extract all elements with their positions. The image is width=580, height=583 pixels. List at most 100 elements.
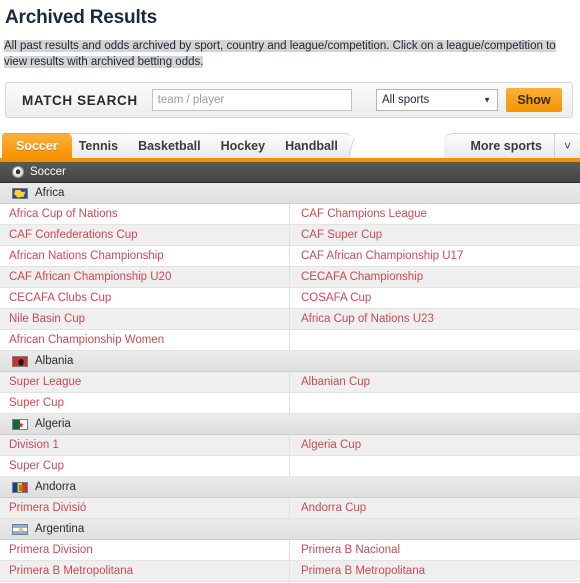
- league-cell: Division 1: [0, 435, 289, 455]
- league-link[interactable]: CAF Champions League: [301, 208, 427, 220]
- league-row: Division 1 Algeria Cup: [0, 435, 580, 456]
- tab-more-sports[interactable]: More sports: [444, 133, 554, 158]
- tab-handball[interactable]: Handball: [272, 133, 351, 158]
- show-button[interactable]: Show: [506, 88, 562, 112]
- league-link[interactable]: CAF Confederations Cup: [9, 229, 137, 241]
- league-cell: Super Cup: [0, 456, 289, 476]
- archived-results-table: Africa Africa Cup of Nations CAF Champions…: [0, 183, 580, 582]
- league-cell: COSAFA Cup: [289, 288, 580, 308]
- league-row: Super League Albanian Cup: [0, 372, 580, 393]
- match-search-label: MATCH SEARCH: [22, 92, 138, 108]
- league-cell: Super Cup: [0, 393, 289, 413]
- flag-icon: [12, 481, 28, 493]
- sport-tabs-list: Soccer Tennis Basketball Hockey Handball…: [0, 133, 580, 158]
- match-search-bar: MATCH SEARCH All sports ▼ Show: [5, 82, 573, 118]
- league-cell: CAF Champions League: [289, 204, 580, 224]
- league-link[interactable]: Primera Division: [9, 544, 93, 556]
- league-link[interactable]: African Nations Championship: [9, 250, 164, 262]
- country-header-row: Algeria: [0, 414, 580, 435]
- league-row: CECAFA Clubs Cup COSAFA Cup: [0, 288, 580, 309]
- sport-select-value: All sports: [382, 94, 430, 106]
- league-link[interactable]: Africa Cup of Nations U23: [301, 313, 434, 325]
- league-link[interactable]: Nile Basin Cup: [9, 313, 85, 325]
- tab-soccer[interactable]: Soccer: [2, 133, 72, 158]
- tabs-right-group: More sports ˅: [444, 133, 580, 158]
- sport-header-soccer: Soccer: [0, 162, 580, 183]
- league-link[interactable]: Super League: [9, 376, 81, 388]
- tab-basketball[interactable]: Basketball: [125, 133, 214, 158]
- league-link[interactable]: CECAFA Championship: [301, 271, 423, 283]
- league-cell: Primera Division: [0, 540, 289, 560]
- sport-select[interactable]: All sports ▼: [376, 89, 498, 111]
- league-link[interactable]: CAF African Championship U17: [301, 250, 463, 262]
- league-cell: CAF African Championship U20: [0, 267, 289, 287]
- page-title: Archived Results: [5, 7, 158, 28]
- flag-icon: [12, 187, 28, 199]
- league-row: CAF African Championship U20 CECAFA Champ…: [0, 267, 580, 288]
- league-cell: [289, 393, 580, 413]
- league-row: African Nations Championship CAF African …: [0, 246, 580, 267]
- league-cell: Africa Cup of Nations: [0, 204, 289, 224]
- league-link[interactable]: Primera B Metropolitana: [301, 565, 425, 577]
- league-link[interactable]: Algeria Cup: [301, 439, 361, 451]
- league-link[interactable]: Division 1: [9, 439, 59, 451]
- flag-icon: [12, 355, 28, 367]
- league-row: CAF Confederations Cup CAF Super Cup: [0, 225, 580, 246]
- page-description-text: All past results and odds archived by sp…: [4, 40, 556, 68]
- league-link[interactable]: Africa Cup of Nations: [9, 208, 118, 220]
- league-link[interactable]: Super Cup: [9, 460, 64, 472]
- search-input[interactable]: [151, 89, 352, 111]
- league-cell: African Nations Championship: [0, 246, 289, 266]
- page-root: Archived Results All past results and od…: [0, 6, 580, 583]
- league-link[interactable]: African Championship Women: [9, 334, 164, 346]
- league-cell: Algeria Cup: [289, 435, 580, 455]
- league-cell: Super League: [0, 372, 289, 392]
- league-cell: [289, 330, 580, 350]
- country-header-row: Albania: [0, 351, 580, 372]
- league-link[interactable]: COSAFA Cup: [301, 292, 371, 304]
- league-row: Primera Divisió Andorra Cup: [0, 498, 580, 519]
- league-cell: CECAFA Clubs Cup: [0, 288, 289, 308]
- league-link[interactable]: CAF African Championship U20: [9, 271, 171, 283]
- country-name: Algeria: [35, 418, 71, 430]
- sport-header-label: Soccer: [30, 166, 66, 178]
- tab-more-sports-label: More sports: [470, 139, 542, 153]
- country-header-row: Argentina: [0, 519, 580, 540]
- league-cell: CAF Super Cup: [289, 225, 580, 245]
- league-row: Nile Basin Cup Africa Cup of Nations U23: [0, 309, 580, 330]
- league-link[interactable]: Primera Divisió: [9, 502, 86, 514]
- league-link[interactable]: Super Cup: [9, 397, 64, 409]
- league-row: Super Cup: [0, 456, 580, 477]
- league-link[interactable]: Primera B Nacional: [301, 544, 400, 556]
- sport-tabs: Soccer Tennis Basketball Hockey Handball…: [0, 133, 580, 162]
- page-description: All past results and odds archived by sp…: [4, 39, 576, 70]
- league-row: Super Cup: [0, 393, 580, 414]
- country-name: Africa: [35, 187, 65, 199]
- league-row: African Championship Women: [0, 330, 580, 351]
- league-link[interactable]: Albanian Cup: [301, 376, 370, 388]
- league-cell: Primera B Metropolitana: [0, 561, 289, 581]
- tab-basketball-label: Basketball: [138, 139, 201, 153]
- league-cell: CECAFA Championship: [289, 267, 580, 287]
- flag-icon: [12, 418, 28, 430]
- tab-tennis[interactable]: Tennis: [65, 133, 132, 158]
- league-link[interactable]: Primera B Metropolitana: [9, 565, 133, 577]
- league-cell: CAF African Championship U17: [289, 246, 580, 266]
- tab-soccer-label: Soccer: [16, 139, 58, 153]
- league-cell: Africa Cup of Nations U23: [289, 309, 580, 329]
- league-cell: CAF Confederations Cup: [0, 225, 289, 245]
- flag-icon: [12, 523, 28, 535]
- tab-hockey[interactable]: Hockey: [207, 133, 279, 158]
- more-sports-chevron-down-icon[interactable]: ˅: [554, 133, 580, 158]
- country-name: Andorra: [35, 481, 76, 493]
- league-cell: Primera B Metropolitana: [289, 561, 580, 581]
- league-link[interactable]: Andorra Cup: [301, 502, 366, 514]
- league-cell: African Championship Women: [0, 330, 289, 350]
- country-name: Argentina: [35, 523, 85, 535]
- league-cell: Primera Divisió: [0, 498, 289, 518]
- country-header-row: Africa: [0, 183, 580, 204]
- chevron-down-icon: ▼: [483, 95, 491, 105]
- country-header-row: Andorra: [0, 477, 580, 498]
- league-link[interactable]: CECAFA Clubs Cup: [9, 292, 111, 304]
- league-link[interactable]: CAF Super Cup: [301, 229, 382, 241]
